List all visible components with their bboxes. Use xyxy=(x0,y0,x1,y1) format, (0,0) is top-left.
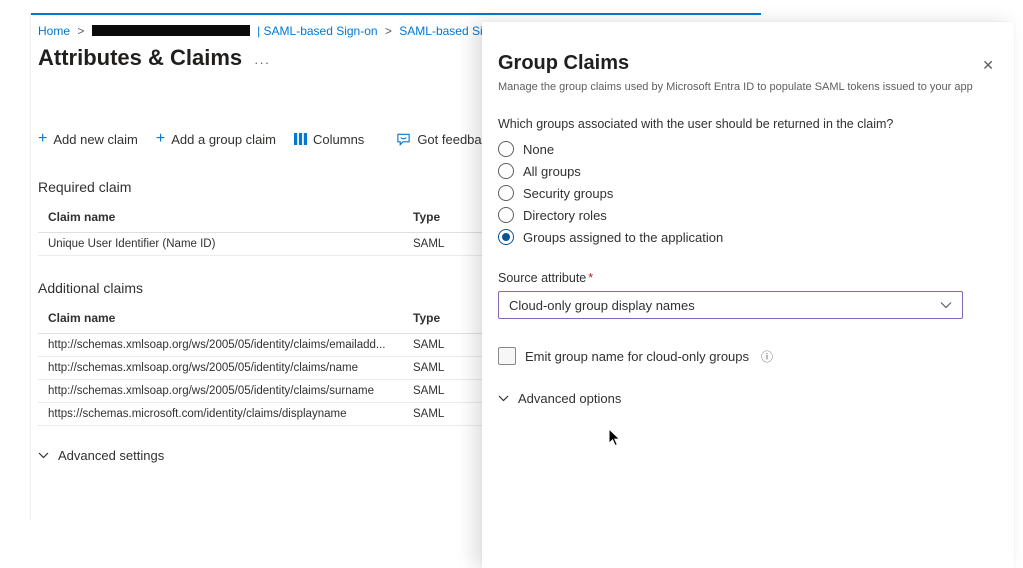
radio-icon xyxy=(498,229,514,245)
breadcrumb-home[interactable]: Home xyxy=(38,24,70,38)
claim-name-cell: http://schemas.xmlsoap.org/ws/2005/05/id… xyxy=(48,362,413,374)
breadcrumb: Home > | SAML-based Sign-on > SAML-based… xyxy=(38,24,483,38)
table-row[interactable]: http://schemas.xmlsoap.org/ws/2005/05/id… xyxy=(38,380,483,403)
source-attribute-dropdown[interactable]: Cloud-only group display names xyxy=(498,291,963,319)
group-claims-panel: ✕ Group Claims Manage the group claims u… xyxy=(482,22,1014,568)
radio-option-security-groups[interactable]: Security groups xyxy=(498,185,994,201)
context-menu-button[interactable]: ··· xyxy=(254,55,270,70)
attributes-claims-page: Home > | SAML-based Sign-on > SAML-based… xyxy=(38,20,483,463)
advanced-settings-toggle[interactable]: Advanced settings xyxy=(38,448,483,463)
radio-icon xyxy=(498,141,514,157)
radio-label: Groups assigned to the application xyxy=(523,230,723,245)
add-group-claim-button[interactable]: + Add a group claim xyxy=(156,132,276,147)
column-header-claim-name: Claim name xyxy=(48,210,413,224)
source-attribute-label: Source attribute* xyxy=(498,271,994,285)
breadcrumb-separator: > xyxy=(77,24,84,38)
claim-type-cell: SAML xyxy=(413,385,475,397)
emit-group-name-row: Emit group name for cloud-only groups ⓘ xyxy=(498,347,994,365)
required-claim-table: Claim name Type Unique User Identifier (… xyxy=(38,205,483,256)
page-title: Attributes & Claims xyxy=(38,45,242,71)
column-header-type: Type xyxy=(413,210,475,224)
table-row[interactable]: https://schemas.microsoft.com/identity/c… xyxy=(38,403,483,426)
advanced-settings-label: Advanced settings xyxy=(58,448,164,463)
radio-option-none[interactable]: None xyxy=(498,141,994,157)
feedback-icon xyxy=(396,132,411,147)
claim-type-cell: SAML xyxy=(413,408,475,420)
info-icon[interactable]: ⓘ xyxy=(761,348,773,365)
close-icon[interactable]: ✕ xyxy=(982,58,994,72)
claim-name-cell: https://schemas.microsoft.com/identity/c… xyxy=(48,408,413,420)
redacted-app-name xyxy=(92,25,250,36)
toolbar: + Add new claim + Add a group claim Colu… xyxy=(38,129,483,149)
table-header: Claim name Type xyxy=(38,306,483,334)
chevron-down-icon xyxy=(498,395,509,402)
add-group-claim-label: Add a group claim xyxy=(171,132,276,147)
chevron-down-icon xyxy=(38,452,49,459)
column-header-type: Type xyxy=(413,311,475,325)
plus-icon: + xyxy=(156,132,165,146)
add-new-claim-button[interactable]: + Add new claim xyxy=(38,132,138,147)
radio-label: None xyxy=(523,142,554,157)
screen: Home > | SAML-based Sign-on > SAML-based… xyxy=(0,0,1023,568)
radio-icon xyxy=(498,207,514,223)
page-top-accent-line xyxy=(30,13,761,15)
radio-icon xyxy=(498,185,514,201)
add-new-claim-label: Add new claim xyxy=(53,132,138,147)
radio-icon xyxy=(498,163,514,179)
emit-group-name-checkbox[interactable] xyxy=(498,347,516,365)
radio-label: All groups xyxy=(523,164,581,179)
claim-name-cell: http://schemas.xmlsoap.org/ws/2005/05/id… xyxy=(48,339,413,351)
breadcrumb-separator: > xyxy=(385,24,392,38)
columns-label: Columns xyxy=(313,132,364,147)
advanced-options-toggle[interactable]: Advanced options xyxy=(498,391,994,406)
panel-description: Manage the group claims used by Microsof… xyxy=(498,81,994,93)
claim-type-cell: SAML xyxy=(413,339,475,351)
required-claim-heading: Required claim xyxy=(38,179,483,195)
source-attribute-text: Source attribute xyxy=(498,271,586,285)
claim-type-cell: SAML xyxy=(413,238,475,250)
claim-name-cell: Unique User Identifier (Name ID) xyxy=(48,238,413,250)
claim-type-cell: SAML xyxy=(413,362,475,374)
chevron-down-icon xyxy=(940,301,952,309)
advanced-options-label: Advanced options xyxy=(518,391,621,406)
table-row[interactable]: http://schemas.xmlsoap.org/ws/2005/05/id… xyxy=(38,334,483,357)
emit-group-name-label: Emit group name for cloud-only groups xyxy=(525,349,749,364)
dropdown-selected-value: Cloud-only group display names xyxy=(509,298,695,313)
page-left-border xyxy=(30,13,31,520)
group-type-radio-group: None All groups Security groups Director… xyxy=(498,141,994,245)
breadcrumb-app-link[interactable]: | SAML-based Sign-on xyxy=(257,24,378,38)
radio-label: Directory roles xyxy=(523,208,607,223)
group-claim-question: Which groups associated with the user sh… xyxy=(498,117,994,131)
additional-claims-table: Claim name Type http://schemas.xmlsoap.o… xyxy=(38,306,483,426)
table-header: Claim name Type xyxy=(38,205,483,233)
column-header-claim-name: Claim name xyxy=(48,311,413,325)
columns-icon xyxy=(294,133,307,145)
radio-label: Security groups xyxy=(523,186,613,201)
table-row[interactable]: http://schemas.xmlsoap.org/ws/2005/05/id… xyxy=(38,357,483,380)
plus-icon: + xyxy=(38,132,47,146)
table-row[interactable]: Unique User Identifier (Name ID) SAML xyxy=(38,233,483,256)
additional-claims-heading: Additional claims xyxy=(38,280,483,296)
claim-name-cell: http://schemas.xmlsoap.org/ws/2005/05/id… xyxy=(48,385,413,397)
columns-button[interactable]: Columns xyxy=(294,132,364,147)
panel-title: Group Claims xyxy=(498,52,994,75)
radio-option-all-groups[interactable]: All groups xyxy=(498,163,994,179)
radio-option-directory-roles[interactable]: Directory roles xyxy=(498,207,994,223)
required-asterisk: * xyxy=(588,271,593,285)
radio-option-groups-assigned[interactable]: Groups assigned to the application xyxy=(498,229,994,245)
mouse-cursor xyxy=(608,428,621,452)
